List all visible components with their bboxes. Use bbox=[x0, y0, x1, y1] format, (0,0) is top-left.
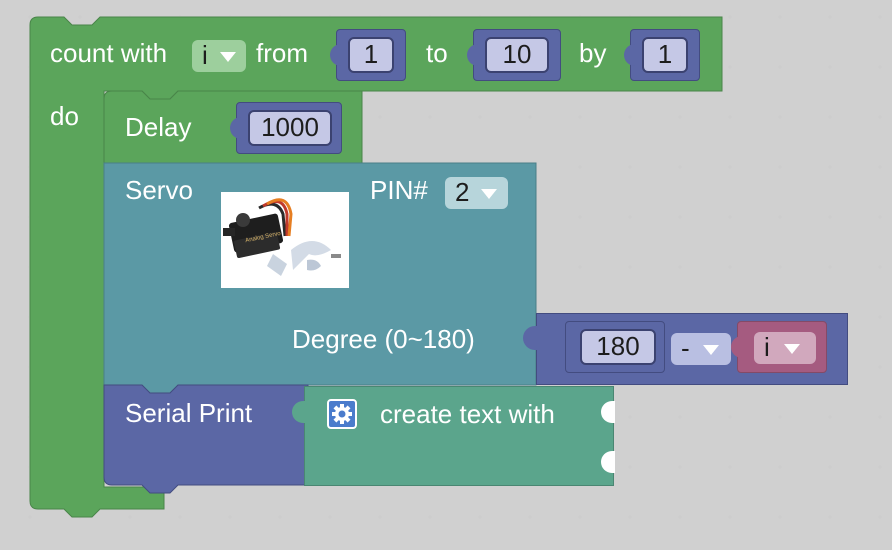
by-number-block[interactable]: 1 bbox=[624, 29, 700, 81]
create-text-with-block[interactable]: create text with bbox=[292, 386, 615, 486]
pin-dropdown[interactable]: 2 bbox=[445, 177, 508, 209]
left-number-block[interactable]: 180 bbox=[565, 321, 665, 373]
text-input-socket-2[interactable] bbox=[601, 451, 615, 473]
operator-value: - bbox=[681, 333, 690, 363]
servo-label: Servo bbox=[125, 175, 193, 205]
chevron-down-icon bbox=[703, 345, 719, 355]
to-number-field[interactable]: 10 bbox=[485, 37, 549, 73]
delay-label: Delay bbox=[125, 112, 192, 142]
gear-glyph bbox=[332, 404, 352, 424]
math-arithmetic-block[interactable]: 180 - i bbox=[523, 313, 848, 385]
to-label: to bbox=[426, 38, 448, 68]
servo-illustration: Analog Servo bbox=[223, 198, 341, 276]
loop-variable-value: i bbox=[202, 40, 208, 70]
chevron-down-icon bbox=[784, 344, 800, 354]
variable-i-block[interactable]: i bbox=[731, 321, 827, 373]
pin-value: 2 bbox=[455, 177, 470, 207]
serial-print-label: Serial Print bbox=[125, 398, 253, 428]
serial-print-block[interactable]: Serial Print bbox=[103, 384, 309, 494]
chevron-down-icon bbox=[481, 189, 497, 199]
servo-block[interactable]: Servo PIN# 2 Analog Servo Degree (0~180) bbox=[103, 162, 537, 394]
pin-label: PIN# bbox=[370, 175, 428, 205]
by-number-field[interactable]: 1 bbox=[642, 37, 688, 73]
variable-i-value: i bbox=[764, 332, 770, 362]
degree-label: Degree (0~180) bbox=[292, 324, 475, 354]
loop-variable-dropdown[interactable]: i bbox=[192, 40, 246, 72]
from-number-block[interactable]: 1 bbox=[330, 29, 406, 81]
by-label: by bbox=[579, 38, 607, 68]
from-number-field[interactable]: 1 bbox=[348, 37, 394, 73]
left-number-field[interactable]: 180 bbox=[580, 329, 656, 365]
from-label: from bbox=[256, 38, 308, 68]
variable-i-dropdown[interactable]: i bbox=[754, 332, 816, 364]
text-input-socket-1[interactable] bbox=[601, 401, 615, 423]
gear-icon[interactable] bbox=[327, 399, 357, 429]
do-label: do bbox=[50, 101, 79, 131]
create-text-with-label: create text with bbox=[380, 399, 555, 429]
delay-number-field[interactable]: 1000 bbox=[248, 110, 332, 146]
input-connector bbox=[731, 336, 743, 358]
delay-number-block[interactable]: 1000 bbox=[230, 102, 342, 154]
operator-dropdown[interactable]: - bbox=[671, 333, 731, 365]
chevron-down-icon bbox=[220, 52, 236, 62]
servo-motor-image: Analog Servo bbox=[221, 192, 349, 288]
to-number-block[interactable]: 10 bbox=[467, 29, 561, 81]
count-with-label: count with bbox=[50, 38, 168, 68]
